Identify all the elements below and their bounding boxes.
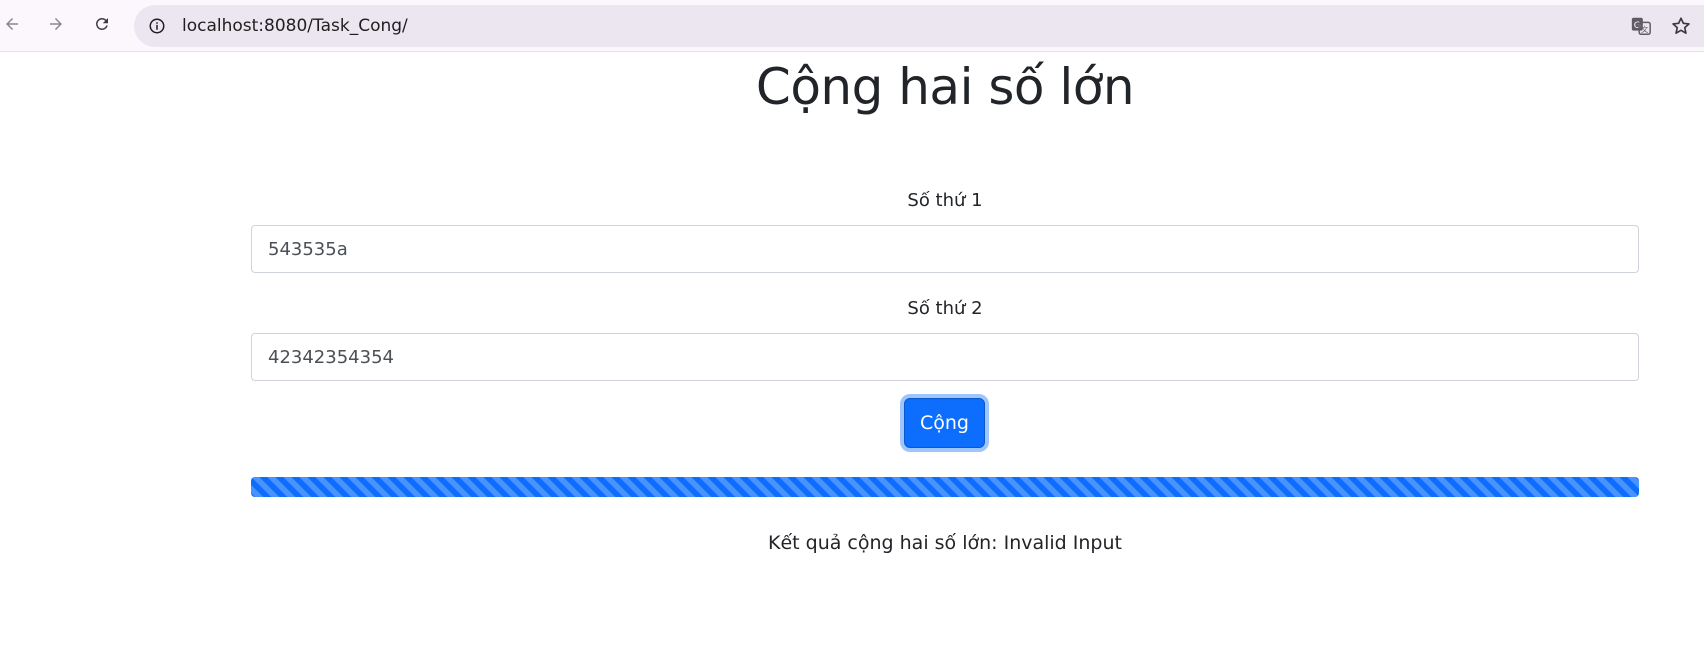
browser-toolbar: localhost:8080/Task_Cong/ G文 bbox=[0, 0, 1704, 52]
info-circle-icon bbox=[149, 18, 165, 34]
number1-input[interactable] bbox=[251, 225, 1639, 273]
site-info-button[interactable] bbox=[142, 11, 172, 41]
svg-text:文: 文 bbox=[1641, 25, 1649, 34]
translate-icon: G文 bbox=[1631, 17, 1651, 35]
progress-fill bbox=[251, 477, 1639, 497]
forward-button[interactable] bbox=[40, 8, 72, 40]
add-button[interactable]: Cộng bbox=[904, 398, 985, 448]
field1-label: Số thứ 1 bbox=[907, 190, 983, 211]
reload-icon bbox=[96, 18, 108, 30]
arrow-right-icon bbox=[50, 18, 62, 30]
reload-button[interactable] bbox=[86, 8, 118, 40]
star-icon bbox=[1672, 17, 1690, 34]
result-text: Kết quả cộng hai số lớn: Invalid Input bbox=[768, 532, 1122, 554]
translate-button[interactable]: G文 bbox=[1629, 14, 1653, 38]
progress-bar bbox=[251, 477, 1639, 497]
address-bar[interactable]: localhost:8080/Task_Cong/ G文 bbox=[134, 5, 1704, 47]
page-title: Cộng hai số lớn bbox=[755, 58, 1135, 116]
back-button[interactable] bbox=[0, 8, 28, 40]
number2-input[interactable] bbox=[251, 333, 1639, 381]
url-text[interactable]: localhost:8080/Task_Cong/ bbox=[182, 5, 408, 47]
bookmark-button[interactable] bbox=[1669, 14, 1693, 38]
field2-label: Số thứ 2 bbox=[907, 298, 983, 319]
arrow-left-icon bbox=[6, 18, 18, 30]
